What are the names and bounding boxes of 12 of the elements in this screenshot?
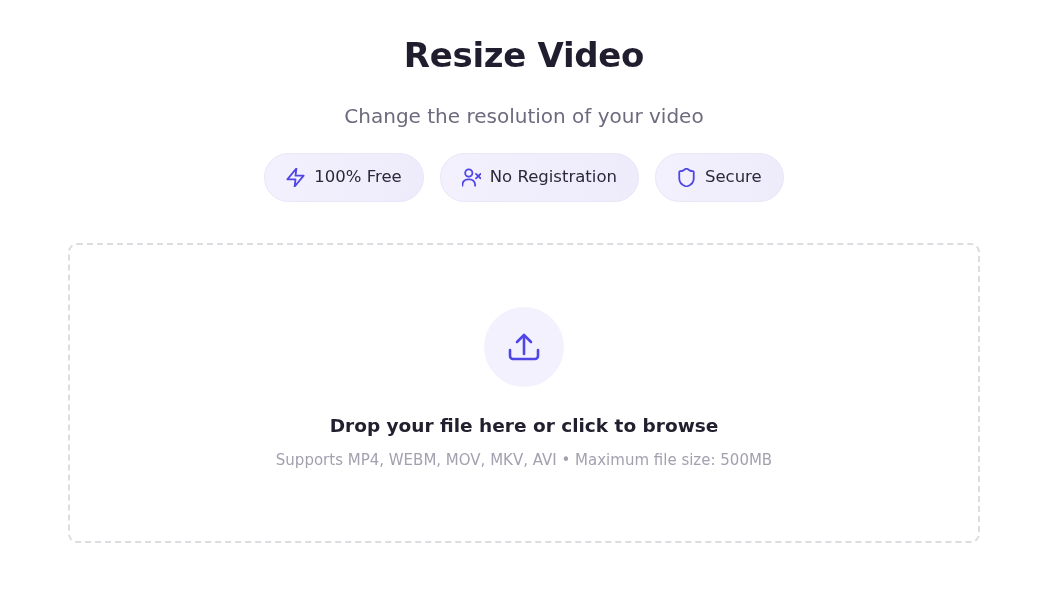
supported-formats-hint: Supports MP4, WEBM, MOV, MKV, AVI • Maximum file size: 500MB — [275, 449, 773, 471]
page-title: Resize Video — [402, 35, 646, 76]
upload-icon — [484, 306, 564, 387]
file-drop-zone[interactable]: Drop your file here or click to browse Supports MP4, WEBM, MOV, MKV, AVI • Maximum file size: 500MB — [68, 242, 980, 543]
lightning-bolt-icon — [286, 167, 306, 187]
feature-label: 100% Free — [314, 165, 402, 188]
user-cross-icon — [461, 167, 481, 187]
feature-label: Secure — [704, 165, 762, 188]
feature-label: No Registration — [489, 165, 617, 188]
drop-prompt: Drop your file here or click to browse — [329, 413, 719, 438]
page-subtitle: Change the resolution of your video — [343, 102, 705, 129]
shield-icon — [676, 167, 696, 187]
